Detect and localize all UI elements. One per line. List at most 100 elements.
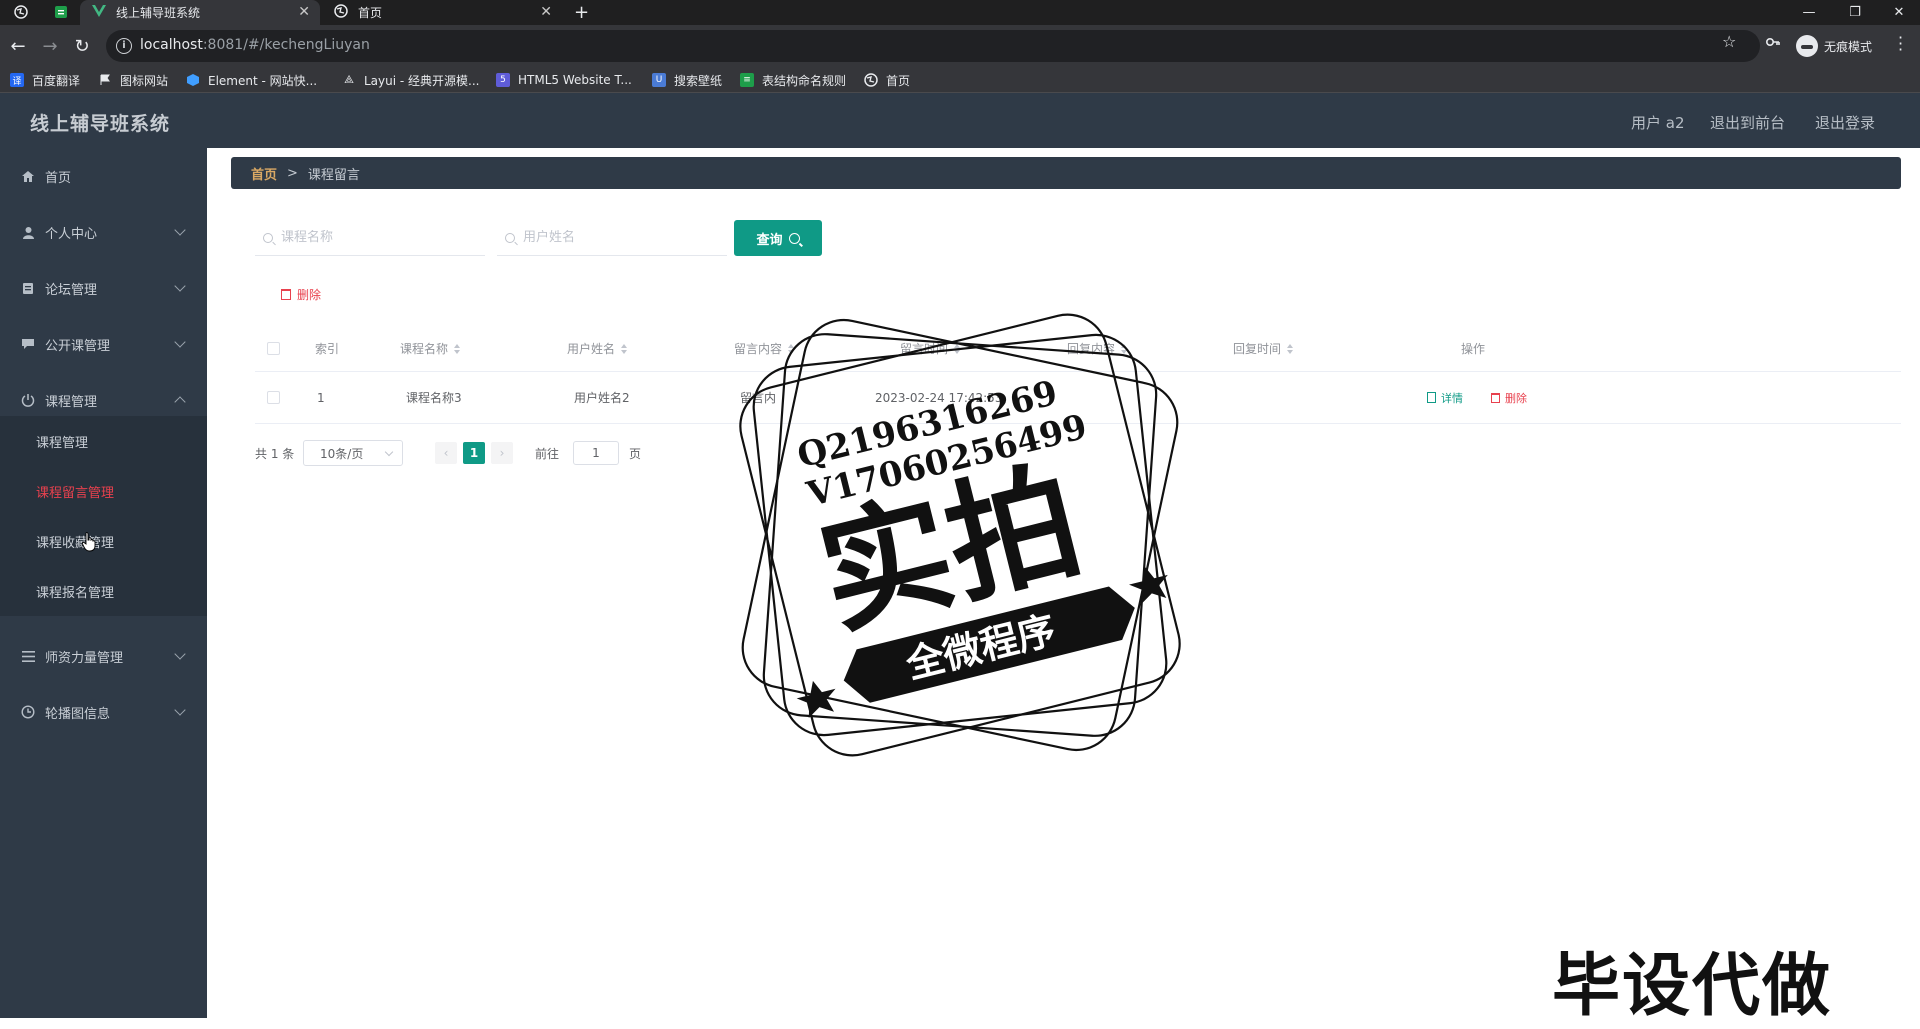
submenu-item-course-favorites[interactable]: 课程收藏管理 (0, 516, 207, 566)
bookmark-star-icon[interactable]: ☆ (1722, 32, 1736, 51)
incognito-indicator[interactable]: 无痕模式 (1796, 31, 1872, 61)
breadcrumb-separator: > (287, 165, 298, 181)
delete-label: 删除 (297, 288, 322, 302)
new-tab-button[interactable]: + (574, 0, 594, 25)
chevron-down-icon (174, 280, 186, 292)
search-icon (263, 232, 273, 243)
sort-icon[interactable] (1287, 343, 1294, 354)
url-host: localhost (140, 37, 203, 53)
breadcrumb-current: 课程留言 (307, 167, 360, 183)
search-icon (505, 232, 515, 243)
tab-title: 首页 (358, 6, 383, 20)
submenu-item-course[interactable]: 课程管理 (0, 416, 207, 466)
goto-page-input[interactable]: 1 (573, 441, 619, 465)
sidebar-item-forum[interactable]: 论坛管理 (0, 260, 207, 316)
bookmark-label: 首页 (886, 73, 911, 88)
page-size-select[interactable]: 10条/页 (303, 440, 403, 466)
submenu-item-course-comments[interactable]: 课程留言管理 (0, 466, 207, 516)
close-window-icon[interactable]: ✕ (1876, 0, 1920, 25)
bookmark-item[interactable]: 首页 (864, 71, 910, 89)
sidebar-item-teachers[interactable]: 师资力量管理 (0, 628, 207, 684)
select-all-checkbox[interactable] (267, 342, 280, 355)
bookmark-label: 表结构命名规则 (762, 73, 847, 88)
bookmark-item[interactable]: U 搜索壁纸 (652, 71, 722, 89)
pinned-tab-icon[interactable] (52, 3, 70, 21)
user-name-input[interactable] (523, 230, 713, 245)
bookmark-item[interactable]: ≡ 表结构命名规则 (740, 71, 846, 89)
page-number-current[interactable]: 1 (463, 442, 485, 464)
next-page-button[interactable]: › (491, 442, 513, 464)
course-name-input[interactable] (281, 230, 471, 245)
tab-title: 线上辅导班系统 (116, 6, 201, 20)
incognito-icon (1796, 35, 1818, 57)
bookmark-item[interactable]: ⟁ Layui - 经典开源模... (342, 71, 479, 89)
tab-inactive[interactable]: 首页 ✕ (322, 0, 562, 25)
submenu-item-course-signup[interactable]: 课程报名管理 (0, 566, 207, 616)
breadcrumb: 首页 > 课程留言 (231, 157, 1901, 189)
col-reply-time[interactable]: 回复时间 (1233, 326, 1294, 371)
html5-icon: 5 (496, 73, 510, 87)
sidebar-item-home[interactable]: 首页 (0, 148, 207, 204)
vue-icon (92, 5, 106, 20)
breadcrumb-home[interactable]: 首页 (251, 164, 277, 183)
chevron-up-icon (174, 396, 186, 408)
exit-to-front-link[interactable]: 退出到前台 (1710, 112, 1785, 133)
cell-user-name: 用户姓名2 (574, 391, 630, 405)
sidebar-item-profile[interactable]: 个人中心 (0, 204, 207, 260)
sidebar: 首页 个人中心 论坛管理 公开课管理 课程管理 课程管理 课程留言管理 课程收藏… (0, 148, 207, 1018)
bookmark-item[interactable]: 5 HTML5 Website T... (496, 71, 632, 89)
globe-icon (864, 73, 878, 87)
sort-icon[interactable] (621, 343, 628, 354)
browser-menu-icon[interactable]: · · · (1898, 30, 1903, 58)
bookmark-item[interactable]: Element - 网站快... (186, 71, 317, 89)
tab-close-icon[interactable]: ✕ (298, 4, 310, 20)
col-course-name[interactable]: 课程名称 (400, 326, 461, 371)
key-icon[interactable] (1765, 36, 1780, 51)
document-icon (1427, 392, 1436, 403)
flag-icon (98, 73, 112, 87)
element-icon (186, 73, 200, 87)
url-field[interactable]: i localhost:8081/#/kechengLiuyan (106, 30, 1760, 62)
clock-icon (20, 704, 36, 720)
trash-icon (281, 289, 291, 300)
query-button[interactable]: 查询 (734, 220, 822, 256)
sidebar-item-label: 轮播图信息 (45, 706, 111, 722)
row-checkbox[interactable] (267, 391, 280, 404)
tab-close-icon[interactable]: ✕ (540, 4, 552, 20)
bookmark-item[interactable]: 译 百度翻译 (10, 71, 80, 89)
reload-icon[interactable]: ↻ (70, 34, 94, 58)
minimize-icon[interactable]: — (1786, 0, 1832, 25)
chevron-down-icon (174, 648, 186, 660)
prev-page-button[interactable]: ‹ (435, 442, 457, 464)
browser-globe-icon[interactable] (12, 3, 30, 21)
row-delete-button[interactable]: 删除 (1491, 372, 1527, 423)
bookmark-label: 搜索壁纸 (674, 73, 723, 88)
course-name-search[interactable] (255, 220, 485, 256)
sidebar-item-label: 师资力量管理 (45, 650, 124, 666)
logout-link[interactable]: 退出登录 (1815, 112, 1875, 133)
sort-icon[interactable] (454, 343, 461, 354)
sidebar-item-open-course[interactable]: 公开课管理 (0, 316, 207, 372)
bookmark-label: HTML5 Website T... (518, 73, 632, 87)
cell-course-name: 课程名称3 (406, 391, 462, 405)
user-name-search[interactable] (497, 220, 727, 256)
bookmark-label: 图标网站 (120, 73, 169, 88)
forward-icon[interactable]: → (38, 34, 62, 58)
row-detail-button[interactable]: 详情 (1427, 372, 1463, 423)
course-submenu: 课程管理 课程留言管理 课程收藏管理 课程报名管理 (0, 416, 207, 616)
restore-icon[interactable]: ❐ (1832, 0, 1878, 25)
layui-icon: ⟁ (344, 73, 354, 86)
back-icon[interactable]: ← (6, 34, 30, 58)
trash-icon (1491, 392, 1500, 403)
chevron-down-icon (174, 704, 186, 716)
tab-active[interactable]: 线上辅导班系统 ✕ (80, 0, 320, 25)
sidebar-item-carousel[interactable]: 轮播图信息 (0, 684, 207, 740)
site-info-icon[interactable]: i (116, 38, 132, 54)
bookmark-item[interactable]: 图标网站 (98, 71, 168, 89)
col-user-name[interactable]: 用户姓名 (567, 326, 628, 371)
col-index[interactable]: 索引 (315, 326, 339, 371)
list-icon (20, 648, 36, 664)
app-title: 线上辅导班系统 (30, 113, 171, 135)
power-icon (20, 392, 36, 408)
bulk-delete-button[interactable]: 删除 (281, 286, 321, 303)
